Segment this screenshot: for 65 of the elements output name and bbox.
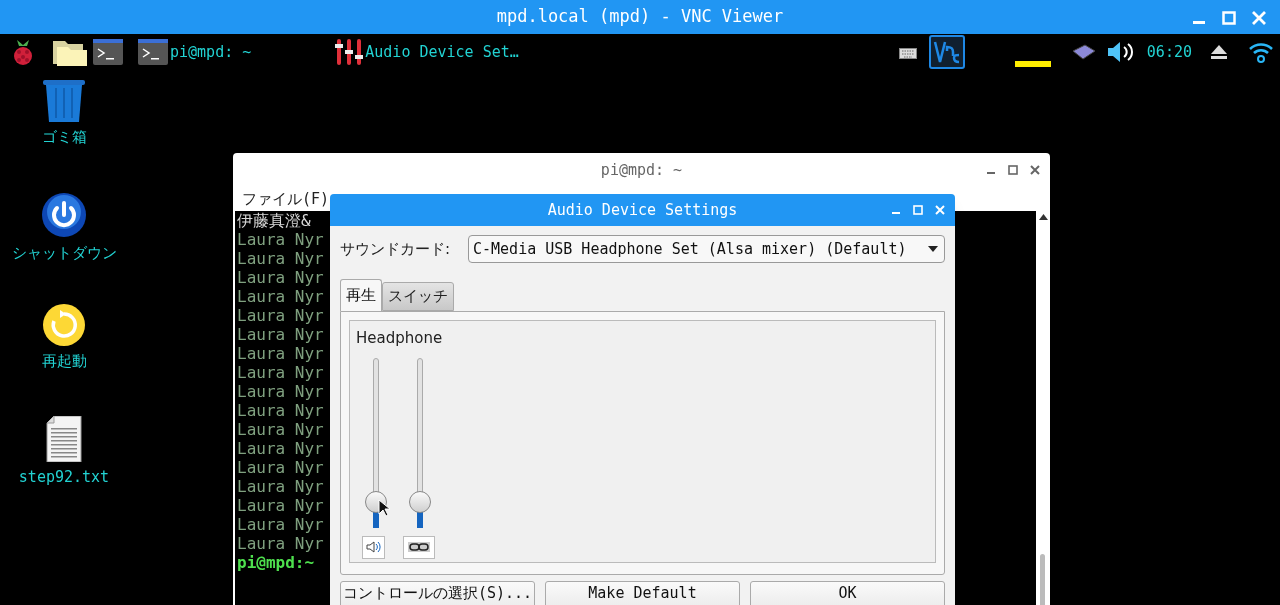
- terminal-line: Laura Nyr: [237, 515, 324, 534]
- terminal-line: Laura Nyr: [237, 458, 324, 477]
- terminal-line: Laura Nyr: [237, 287, 324, 306]
- terminal-line: Laura Nyr: [237, 496, 324, 515]
- tab[interactable]: 再生: [340, 279, 382, 311]
- control-name: Headphone: [356, 328, 443, 349]
- clock[interactable]: 06:20: [1146, 40, 1192, 64]
- chain-link-icon: [408, 542, 430, 552]
- terminal-icon[interactable]: [93, 39, 123, 65]
- terminal-line: Laura Nyr: [237, 382, 324, 401]
- taskbar-button[interactable]: pi@mpd: ~: [138, 39, 252, 65]
- eject-icon[interactable]: [1210, 44, 1228, 60]
- tab[interactable]: スイッチ: [382, 282, 454, 311]
- dropdown-arrow-icon: [928, 246, 938, 252]
- mixer-icon: [333, 39, 364, 65]
- terminal-line: Laura Nyr: [237, 363, 324, 382]
- desktop-icon-label[interactable]: step92.txt: [18, 466, 110, 489]
- window-title: Audio Device Settings: [547, 199, 738, 221]
- sound-card-label: サウンドカード:: [340, 238, 451, 260]
- mute-toggle[interactable]: [362, 535, 385, 559]
- cpu-meter-icon: [1014, 61, 1051, 67]
- network-icon[interactable]: [1070, 43, 1097, 61]
- terminal-line: Laura Nyr: [237, 268, 324, 287]
- vnc-icon[interactable]: [928, 35, 965, 69]
- terminal-icon[interactable]: [138, 39, 168, 65]
- taskbar-button[interactable]: Audio Device Set…: [333, 39, 519, 65]
- terminal-line: 伊藤真澄&: [237, 211, 311, 230]
- terminal-line: pi@mpd:~: [237, 553, 315, 572]
- desktop-icon-label[interactable]: シャットダウン: [11, 242, 117, 265]
- sound-card-dropdown[interactable]: C-Media USB Headphone Set (Alsa mixer) (Default): [468, 235, 945, 263]
- volume-slider[interactable]: [409, 357, 431, 528]
- dialog-button[interactable]: OK: [750, 581, 945, 605]
- trash-icon[interactable]: [42, 80, 86, 122]
- terminal-line: Laura Nyr: [237, 344, 324, 363]
- keyboard-icon[interactable]: [898, 45, 917, 59]
- reload-icon[interactable]: [43, 304, 85, 346]
- scrollbar[interactable]: [1036, 211, 1050, 605]
- terminal-line: Laura Nyr: [237, 306, 324, 325]
- terminal-line: Laura Nyr: [237, 401, 324, 420]
- desktop-icon-label[interactable]: ゴミ箱: [41, 126, 87, 149]
- text-file-icon[interactable]: [46, 416, 82, 462]
- lock-channels-toggle[interactable]: [403, 535, 435, 559]
- desktop-icon-label[interactable]: 再起動: [41, 350, 87, 373]
- volume-slider[interactable]: [365, 357, 387, 528]
- terminal-line: Laura Nyr: [237, 477, 324, 496]
- maximize-icon[interactable]: [1008, 165, 1018, 175]
- menu-item[interactable]: ファイル(F): [242, 187, 330, 211]
- dialog-button[interactable]: コントロールの選択(S)...: [340, 581, 535, 605]
- wifi-icon[interactable]: [1248, 40, 1274, 64]
- close-icon[interactable]: [1030, 165, 1040, 175]
- terminal-line: Laura Nyr: [237, 439, 324, 458]
- mouse-cursor-icon: [378, 499, 390, 517]
- terminal-line: Laura Nyr: [237, 534, 324, 553]
- speaker-icon: [365, 541, 382, 553]
- dialog-button[interactable]: Make Default: [545, 581, 740, 605]
- terminal-line: Laura Nyr: [237, 420, 324, 439]
- scroll-up-icon[interactable]: [1039, 214, 1048, 220]
- terminal-line: Laura Nyr: [237, 249, 324, 268]
- window-title: mpd.local (mpd) - VNC Viewer: [496, 5, 784, 29]
- terminal-line: Laura Nyr: [237, 230, 324, 249]
- power-icon[interactable]: [41, 192, 87, 238]
- folder-icon[interactable]: [53, 38, 87, 66]
- terminal-line: Laura Nyr: [237, 325, 324, 344]
- volume-icon[interactable]: [1106, 41, 1135, 63]
- window-title: pi@mpd: ~: [600, 159, 683, 181]
